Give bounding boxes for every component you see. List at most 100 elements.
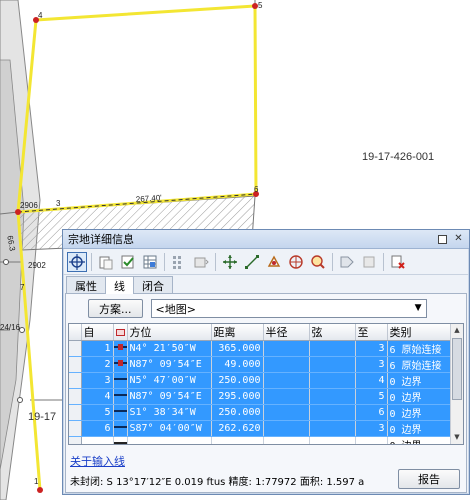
target-icon[interactable] (286, 252, 306, 272)
cell-category[interactable]: 0 边界 (387, 404, 453, 421)
grid-icon[interactable] (169, 252, 189, 272)
cell-category[interactable]: 0 边界 (387, 420, 453, 437)
crosshair-icon[interactable] (67, 251, 87, 272)
cell-distance[interactable]: 295.000 (211, 388, 264, 405)
vertex-1[interactable] (37, 487, 43, 493)
line-type-icon[interactable] (113, 436, 128, 444)
cell-from[interactable] (81, 436, 114, 444)
column-header-chord[interactable]: 弦 (309, 324, 356, 341)
scroll-thumb[interactable] (452, 338, 462, 400)
table-row[interactable]: 4 N87° 09′54″E 295.000 5 0 边界 (69, 388, 453, 405)
cell-bearing[interactable]: N5° 47′00″W (127, 372, 212, 389)
line-type-icon[interactable] (113, 340, 128, 357)
cell-to[interactable]: 3 (355, 356, 388, 373)
table-row[interactable]: 5 S1° 38′34″W 250.000 6 0 边界 (69, 404, 453, 421)
cell-bearing[interactable]: N87° 09′54″E (127, 388, 212, 405)
row-header[interactable] (69, 356, 82, 373)
line-type-icon[interactable] (113, 356, 128, 373)
line-type-icon[interactable] (113, 420, 128, 437)
table-row[interactable]: 6 S87° 04′00″W 262.620 3 0 边界 (69, 420, 453, 437)
cell-radius[interactable] (263, 356, 310, 373)
line-type-icon[interactable] (113, 404, 128, 421)
cell-category[interactable]: 0 边界 (387, 436, 453, 444)
table-row[interactable]: 2 N87° 09′54″E 49.000 3 6 原始连接 (69, 356, 453, 373)
cell-to[interactable]: 4 (355, 372, 388, 389)
cell-distance[interactable]: 250.000 (211, 372, 264, 389)
search-icon[interactable] (308, 252, 328, 272)
plan-button[interactable]: 方案... (88, 299, 143, 318)
cell-radius[interactable] (263, 404, 310, 421)
table-row[interactable]: 3 N5° 47′00″W 250.000 4 0 边界 (69, 372, 453, 389)
stack-icon[interactable] (359, 252, 379, 272)
cell-chord[interactable] (309, 340, 356, 357)
cell-distance[interactable]: 365.000 (211, 340, 264, 357)
column-header-to[interactable]: 至 (355, 324, 388, 341)
cell-radius[interactable] (263, 372, 310, 389)
vertical-scrollbar[interactable]: ▲ ▼ (450, 324, 463, 444)
cell-chord[interactable] (309, 388, 356, 405)
cell-chord[interactable] (309, 420, 356, 437)
cell-to[interactable]: 5 (355, 388, 388, 405)
column-header-from[interactable]: 自 (81, 324, 114, 341)
row-header[interactable] (69, 404, 82, 421)
cell-distance[interactable] (211, 436, 264, 444)
cell-bearing[interactable]: N87° 09′54″E (127, 356, 212, 373)
cell-chord[interactable] (309, 372, 356, 389)
column-header-distance[interactable]: 距离 (211, 324, 264, 341)
cell-category[interactable]: 0 边界 (387, 388, 453, 405)
cell-chord[interactable] (309, 356, 356, 373)
move-icon[interactable] (220, 252, 240, 272)
cell-from[interactable]: 1 (81, 340, 114, 357)
row-header[interactable] (69, 372, 82, 389)
cell-category[interactable]: 6 原始连接 (387, 356, 453, 373)
map-select[interactable]: <地图> ▼ (150, 299, 427, 318)
scale-icon[interactable] (242, 252, 262, 272)
cell-category[interactable]: 6 原始连接 (387, 340, 453, 357)
cell-from[interactable]: 6 (81, 420, 114, 437)
cell-distance[interactable]: 262.620 (211, 420, 264, 437)
parcel-details-window[interactable]: 宗地详细信息 ✕ 属性 线 闭合 方案... <地图> ▼ 自 方位 距离 半径… (62, 229, 470, 495)
tab-closure[interactable]: 闭合 (133, 276, 173, 293)
check-icon[interactable] (118, 252, 138, 272)
cell-to[interactable]: 6 (355, 404, 388, 421)
table-row[interactable]: 0 边界 (69, 436, 453, 444)
delete-icon[interactable] (388, 252, 408, 272)
rotate-icon[interactable] (264, 252, 284, 272)
cell-chord[interactable] (309, 404, 356, 421)
cell-from[interactable]: 4 (81, 388, 114, 405)
layers-icon[interactable] (191, 252, 211, 272)
cell-radius[interactable] (263, 388, 310, 405)
column-header-radius[interactable]: 半径 (263, 324, 310, 341)
cell-from[interactable]: 5 (81, 404, 114, 421)
cell-to[interactable]: 3 (355, 420, 388, 437)
row-header[interactable] (69, 388, 82, 405)
scroll-up-icon[interactable]: ▲ (451, 324, 463, 337)
cell-bearing[interactable]: S1° 38′34″W (127, 404, 212, 421)
tag-icon[interactable] (337, 252, 357, 272)
line-type-icon[interactable] (113, 372, 128, 389)
column-header-bearing[interactable]: 方位 (127, 324, 212, 341)
pin-icon[interactable] (436, 233, 449, 246)
cell-bearing[interactable]: S87° 04′00″W (127, 420, 212, 437)
cell-radius[interactable] (263, 436, 310, 444)
row-header[interactable] (69, 436, 82, 444)
report-button[interactable]: 报告 (398, 469, 460, 489)
table-icon[interactable] (140, 252, 160, 272)
cell-bearing[interactable]: N4° 21′50″W (127, 340, 212, 357)
tab-lines[interactable]: 线 (105, 276, 134, 294)
tab-attributes[interactable]: 属性 (66, 276, 106, 293)
cell-from[interactable]: 3 (81, 372, 114, 389)
cell-radius[interactable] (263, 340, 310, 357)
cell-to[interactable] (355, 436, 388, 444)
about-entering-lines-link[interactable]: 关于输入线 (70, 453, 125, 469)
cell-radius[interactable] (263, 420, 310, 437)
line-type-icon[interactable] (113, 388, 128, 405)
row-header[interactable] (69, 420, 82, 437)
column-header-icon[interactable] (113, 324, 128, 341)
table-row[interactable]: 1 N4° 21′50″W 365.000 3 6 原始连接 (69, 340, 453, 357)
close-icon[interactable]: ✕ (452, 233, 465, 246)
cell-distance[interactable]: 49.000 (211, 356, 264, 373)
paste-icon[interactable] (96, 252, 116, 272)
cell-from[interactable]: 2 (81, 356, 114, 373)
cell-chord[interactable] (309, 436, 356, 444)
